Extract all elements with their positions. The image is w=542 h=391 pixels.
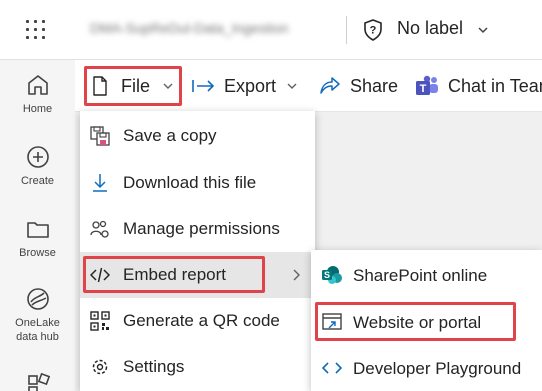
qr-code-icon	[90, 311, 110, 331]
menu-item-qr-code[interactable]: Generate a QR code	[80, 298, 315, 344]
embed-icon	[90, 267, 110, 283]
nav-onelake-label-line1: OneLake	[15, 317, 60, 329]
embed-submenu: S SharePoint online Website or portal De…	[311, 250, 542, 391]
apps-icon	[27, 372, 50, 391]
menu-item-label: Settings	[123, 357, 185, 376]
menu-item-label: Generate a QR code	[123, 311, 280, 330]
svg-text:T: T	[420, 83, 427, 95]
menu-item-label: Save a copy	[123, 126, 217, 145]
nav-browse-label: Browse	[19, 247, 56, 259]
nav-onelake-label: OneLake data hub	[0, 316, 75, 344]
chevron-down-icon	[163, 83, 173, 89]
submenu-item-developer[interactable]: Developer Playground	[311, 345, 542, 391]
chevron-right-icon	[293, 269, 300, 281]
menu-item-download[interactable]: Download this file	[80, 160, 315, 206]
submenu-item-website[interactable]: Website or portal	[311, 299, 542, 345]
svg-text:?: ?	[370, 25, 377, 37]
svg-text:S: S	[324, 270, 330, 280]
chat-in-teams-button[interactable]: T Chat in Teams	[415, 60, 542, 112]
file-menu: Save a copy Download this file Manage pe…	[80, 111, 315, 391]
sharepoint-icon: S	[322, 266, 342, 284]
chat-label: Chat in Teams	[448, 75, 542, 96]
website-icon	[322, 313, 342, 330]
submenu-item-label: Website or portal	[353, 313, 482, 332]
export-button[interactable]: Export	[192, 60, 298, 112]
menu-item-label: Embed report	[123, 265, 226, 284]
nav-more[interactable]	[0, 372, 75, 391]
chevron-down-icon[interactable]	[476, 23, 490, 37]
file-button[interactable]: File	[92, 60, 174, 112]
menu-item-permissions[interactable]: Manage permissions	[80, 206, 315, 252]
browse-icon	[26, 222, 49, 238]
save-copy-icon	[90, 126, 110, 146]
top-bar: DMA-SupReDul-Data_Ingestion ? No label	[0, 0, 542, 60]
file-label: File	[121, 75, 151, 96]
share-button[interactable]: Share	[319, 60, 398, 112]
report-title[interactable]: DMA-SupReDul-Data_Ingestion	[90, 20, 288, 36]
nav-create-label: Create	[20, 175, 55, 187]
export-label: Export	[224, 75, 277, 96]
left-nav: Home Create Browse OneLake data hub	[0, 60, 75, 391]
nav-onelake[interactable]: OneLake data hub	[0, 286, 75, 344]
chevron-down-icon	[287, 83, 297, 89]
sensitivity-label[interactable]: No label	[397, 18, 463, 39]
nav-browse[interactable]: Browse	[0, 216, 75, 260]
nav-home[interactable]: Home	[0, 72, 75, 116]
export-icon	[192, 80, 215, 92]
permissions-icon	[90, 220, 109, 238]
menu-item-save-copy[interactable]: Save a copy	[80, 113, 315, 159]
home-icon	[27, 75, 48, 95]
menu-item-label: Download this file	[123, 173, 257, 192]
report-toolbar: File Export Share T Chat in Teams	[75, 60, 542, 112]
settings-icon	[92, 359, 108, 375]
menu-item-label: Manage permissions	[123, 219, 280, 238]
share-icon	[320, 77, 340, 94]
developer-icon	[321, 362, 343, 374]
app-launcher-icon[interactable]	[20, 14, 52, 46]
submenu-item-sharepoint[interactable]: S SharePoint online	[311, 252, 542, 298]
divider	[346, 16, 347, 44]
nav-home-label: Home	[22, 103, 53, 115]
submenu-item-label: SharePoint online	[353, 266, 488, 285]
nav-onelake-label-line2: data hub	[16, 331, 59, 343]
menu-item-settings[interactable]: Settings	[80, 344, 315, 390]
submenu-item-label: Developer Playground	[353, 359, 522, 378]
file-icon	[93, 76, 107, 96]
menu-item-embed-report[interactable]: Embed report	[80, 252, 315, 298]
onelake-icon	[26, 288, 49, 310]
teams-icon: T	[416, 75, 438, 95]
nav-create[interactable]: Create	[0, 144, 75, 188]
download-icon	[93, 174, 107, 192]
create-icon	[26, 146, 49, 168]
share-label: Share	[350, 75, 399, 96]
sensitivity-shield-icon[interactable]: ?	[362, 18, 384, 42]
